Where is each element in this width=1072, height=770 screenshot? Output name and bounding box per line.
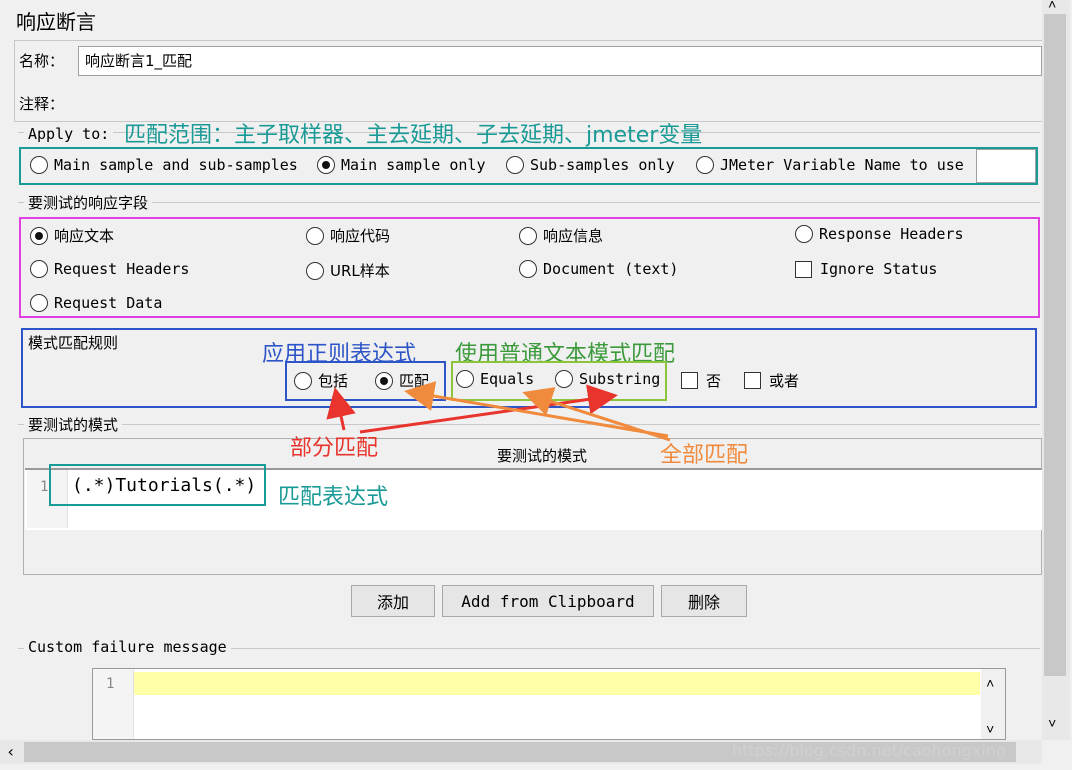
radio-circle-selected — [375, 371, 393, 390]
radio-request-data[interactable]: Request Data — [30, 294, 162, 312]
response-field-title: 要测试的响应字段 — [24, 192, 153, 213]
panel-title: 响应断言 — [16, 10, 96, 34]
radio-substring[interactable]: Substring — [555, 370, 660, 388]
patterns-title: 要测试的模式 — [24, 414, 123, 435]
comment-label: 注释： — [19, 95, 65, 113]
radio-response-message[interactable]: 响应信息 — [519, 225, 603, 246]
annotation-partial: 部分匹配 — [290, 436, 379, 461]
comment-input[interactable] — [72, 85, 1042, 117]
radio-document-text[interactable]: Document (text) — [519, 260, 678, 278]
radio-circle — [30, 260, 48, 278]
add-button[interactable]: 添加 — [351, 585, 435, 617]
apply-to-title: Apply to: — [24, 125, 114, 143]
pattern-rules-title: 模式匹配规则 — [28, 334, 119, 352]
radio-circle — [506, 156, 524, 174]
radio-matches[interactable]: 匹配 — [375, 370, 429, 391]
checkbox-square — [744, 372, 761, 389]
radio-circle-selected — [317, 156, 335, 174]
checkbox-or[interactable]: 或者 — [744, 370, 799, 391]
chevron-down-icon[interactable]: ˅ — [986, 722, 994, 739]
radio-circle — [555, 370, 573, 388]
radio-contains[interactable]: 包括 — [294, 370, 348, 391]
chevron-up-icon[interactable]: ˄ — [986, 676, 994, 693]
radio-circle — [456, 370, 474, 388]
scroll-left-icon[interactable]: ‹ — [6, 742, 16, 761]
radio-jmeter-variable[interactable]: JMeter Variable Name to use — [696, 156, 964, 174]
annotation-apply-to: 匹配范围：主子取样器、主去延期、子去延期、jmeter变量 — [124, 123, 703, 148]
radio-equals[interactable]: Equals — [456, 370, 534, 388]
radio-circle — [519, 226, 537, 245]
radio-response-text[interactable]: 响应文本 — [30, 225, 114, 246]
radio-response-headers[interactable]: Response Headers — [795, 225, 964, 243]
name-label: 名称： — [19, 52, 65, 70]
expression-highlight-box — [49, 464, 266, 506]
annotation-full: 全部匹配 — [660, 443, 749, 468]
watermark: https://blog.csdn.net/caohongxing — [732, 741, 1006, 760]
radio-circle — [795, 225, 813, 243]
pattern-line-number: 1 — [40, 479, 49, 495]
radio-url-sample[interactable]: URL样本 — [306, 260, 390, 281]
delete-button[interactable]: 删除 — [661, 585, 747, 617]
patterns-column-header: 要测试的模式 — [497, 447, 588, 465]
scroll-up-icon[interactable]: ˄ — [1048, 0, 1056, 14]
add-from-clipboard-button[interactable]: Add from Clipboard — [442, 585, 654, 617]
radio-circle — [294, 371, 312, 390]
radio-main-only[interactable]: Main sample only — [317, 156, 486, 174]
annotation-expression: 匹配表达式 — [278, 485, 389, 510]
radio-main-and-sub[interactable]: Main sample and sub-samples — [30, 156, 298, 174]
radio-circle — [30, 156, 48, 174]
custom-failure-current-line[interactable] — [134, 672, 980, 695]
radio-response-code[interactable]: 响应代码 — [306, 225, 390, 246]
radio-circle — [696, 156, 714, 174]
response-field-divider — [18, 202, 1040, 203]
radio-request-headers[interactable]: Request Headers — [30, 260, 189, 278]
radio-circle — [306, 261, 324, 280]
radio-circle-selected — [30, 226, 48, 245]
scroll-down-icon[interactable]: ˅ — [1048, 716, 1056, 733]
checkbox-ignore-status[interactable]: Ignore Status — [795, 260, 937, 278]
custom-failure-line-number: 1 — [106, 676, 115, 692]
checkbox-square — [795, 260, 812, 278]
custom-failure-title: Custom failure message — [24, 638, 231, 656]
name-input[interactable]: 响应断言1_匹配 — [78, 46, 1042, 76]
patterns-divider — [18, 424, 1040, 425]
radio-circle — [306, 226, 324, 245]
main-scroll-thumb[interactable] — [1044, 14, 1066, 676]
radio-sub-only[interactable]: Sub-samples only — [506, 156, 675, 174]
radio-circle — [519, 260, 537, 278]
checkbox-square — [681, 372, 698, 389]
checkbox-not[interactable]: 否 — [681, 370, 721, 391]
radio-circle — [30, 294, 48, 312]
jmeter-variable-input[interactable] — [976, 149, 1036, 183]
